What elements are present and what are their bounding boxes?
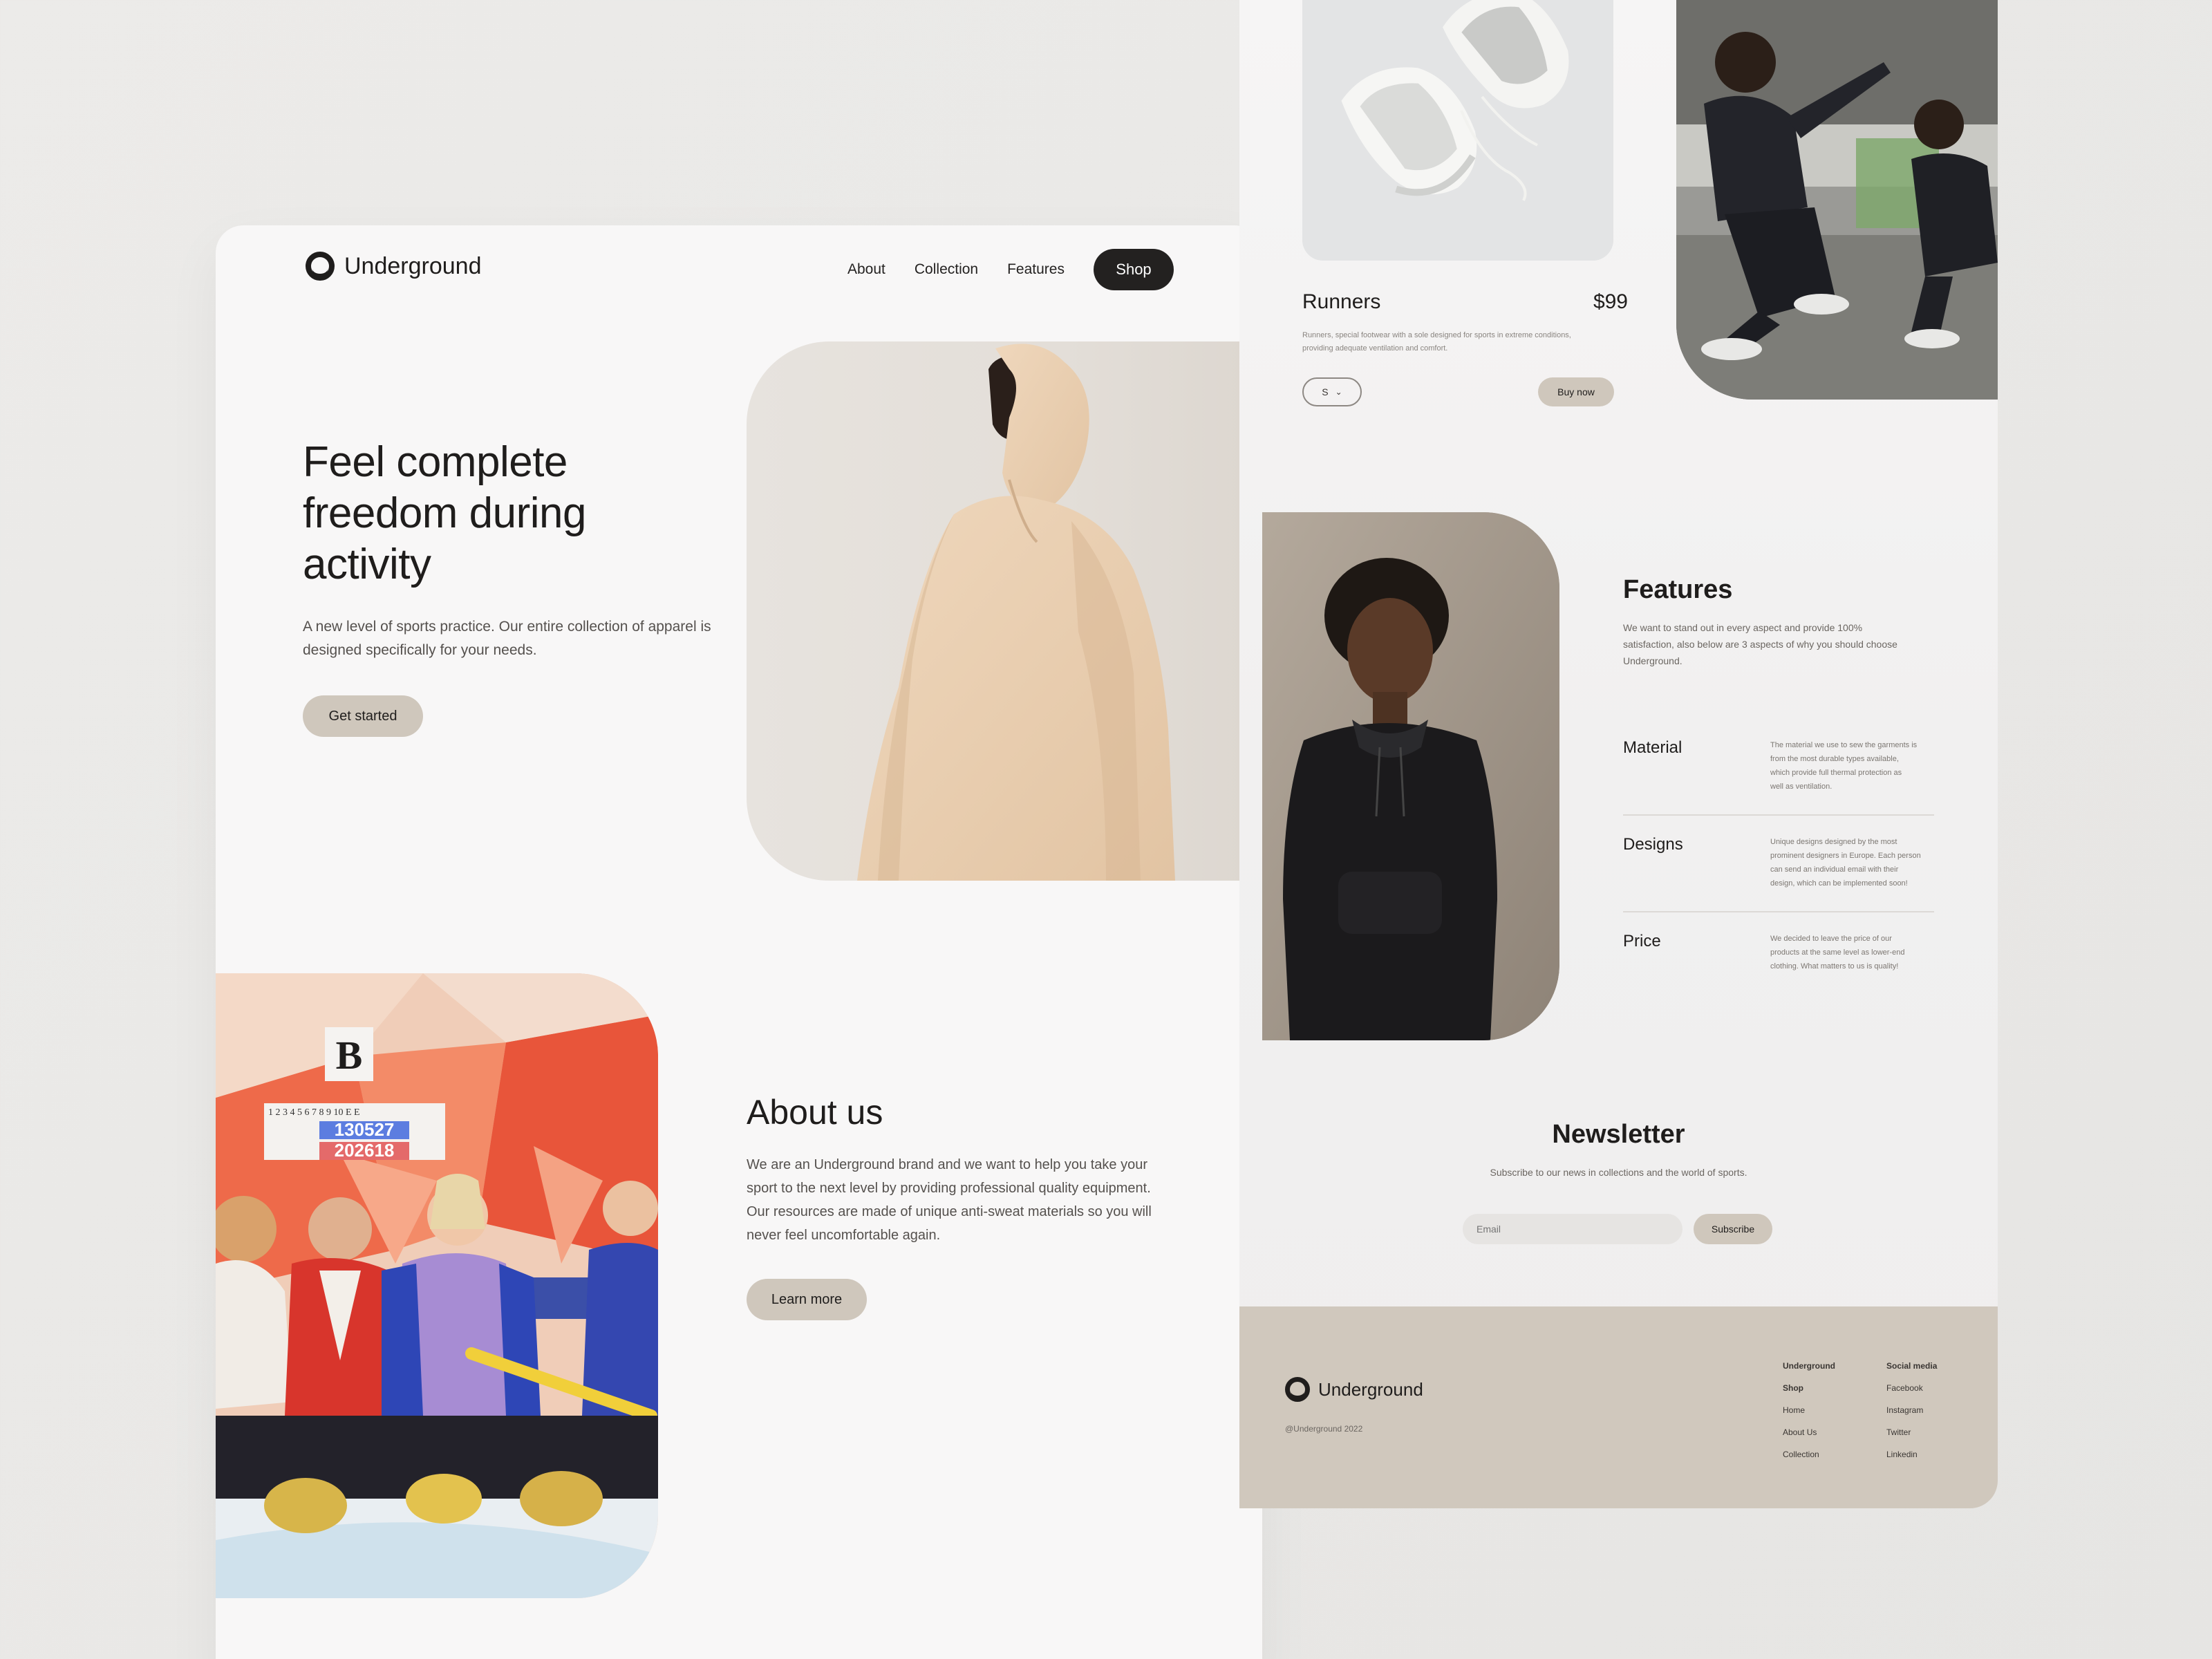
get-started-button[interactable]: Get started [303, 695, 423, 737]
features-subtitle: We want to stand out in every aspect and… [1623, 622, 1897, 666]
scoreboard-letter: B [336, 1033, 363, 1078]
footer-column-2: Social media Facebook Instagram Twitter … [1886, 1355, 1976, 1465]
learn-more-button[interactable]: Learn more [747, 1279, 867, 1320]
feature-designs-desc: Unique designs designed by the most prom… [1770, 838, 1921, 888]
hero-title: Feel complete freedom during activity [303, 438, 587, 588]
features-title: Features [1623, 575, 1733, 604]
footer-link-shop[interactable]: Shop [1783, 1377, 1866, 1399]
footer-link-facebook[interactable]: Facebook [1886, 1377, 1976, 1399]
newsletter-subtitle: Subscribe to our news in collections and… [1490, 1167, 1747, 1178]
feature-designs-title: Designs [1623, 835, 1683, 854]
scoreboard-digits: 1 2 3 4 5 6 7 8 9 10 E E [268, 1107, 360, 1118]
sneaker-photo [1302, 0, 1613, 261]
landing-page-main: Underground About Collection Features Sh… [216, 225, 1262, 1659]
newsletter-email-input[interactable] [1463, 1214, 1683, 1244]
sneaker-illustration [1302, 0, 1613, 261]
product-description: Runners, special footwear with a sole de… [1302, 331, 1571, 353]
about-title: About us [747, 1093, 883, 1132]
portrait-illustration [1262, 512, 1559, 1040]
score-row-1: 130527 [335, 1119, 395, 1140]
footer-brand-name: Underground [1318, 1378, 1423, 1400]
footer-link-instagram[interactable]: Instagram [1886, 1399, 1976, 1421]
nav-features[interactable]: Features [1007, 261, 1065, 278]
brand-logo[interactable]: Underground [306, 252, 481, 281]
buy-now-button[interactable]: Buy now [1538, 377, 1614, 406]
team-curling-photo: B 1 2 3 4 5 6 7 8 9 10 E E 130527 202618 [216, 973, 658, 1598]
logo-ring-icon [306, 252, 335, 281]
footer-link-collection[interactable]: Collection [1783, 1443, 1866, 1465]
footer-copyright: @Underground 2022 [1285, 1424, 1363, 1434]
about-text: We are an Underground brand and we want … [747, 1157, 1152, 1243]
feature-divider [1623, 814, 1934, 816]
hero-subtitle: A new level of sports practice. Our enti… [303, 619, 711, 658]
subscribe-button[interactable]: Subscribe [1694, 1214, 1772, 1244]
dancers-photo [1676, 0, 1998, 400]
feature-price-title: Price [1623, 932, 1661, 950]
newsletter-title: Newsletter [1552, 1120, 1685, 1149]
main-nav: About Collection Features Shop [847, 249, 1174, 290]
feature-divider [1623, 911, 1934, 912]
team-illustration: B 1 2 3 4 5 6 7 8 9 10 E E 130527 202618 [216, 973, 658, 1598]
product-price: $99 [1593, 290, 1628, 313]
dancers-illustration [1676, 0, 1998, 400]
feature-price-desc: We decided to leave the price of our pro… [1770, 935, 1905, 971]
footer-logo[interactable]: Underground [1285, 1377, 1423, 1402]
size-select[interactable]: S ⌄ [1302, 377, 1362, 406]
footer-col2-heading: Social media [1886, 1361, 1938, 1371]
feature-material-desc: The material we use to sew the garments … [1770, 741, 1918, 791]
footer-link-about-us[interactable]: About Us [1783, 1421, 1866, 1443]
product-name: Runners [1302, 290, 1381, 313]
hoodie-illustration [857, 344, 1175, 881]
nav-about[interactable]: About [847, 261, 885, 278]
feature-material-title: Material [1623, 738, 1683, 757]
footer-column-1: Underground Shop Home About Us Collectio… [1783, 1355, 1866, 1465]
logo-ring-icon [1285, 1377, 1310, 1402]
score-row-2: 202618 [335, 1140, 395, 1161]
footer-link-twitter[interactable]: Twitter [1886, 1421, 1976, 1443]
size-select-value: S [1322, 386, 1329, 397]
footer-col1-heading: Underground [1783, 1361, 1835, 1371]
footer: Underground @Underground 2022 Undergroun… [1239, 1306, 1998, 1508]
black-hoodie-portrait [1262, 512, 1559, 1040]
landing-page-secondary: Runners $99 Runners, special footwear wi… [1239, 0, 1998, 1508]
chevron-down-icon: ⌄ [1335, 387, 1342, 397]
footer-link-linkedin[interactable]: Linkedin [1886, 1443, 1976, 1465]
nav-collection[interactable]: Collection [915, 261, 978, 278]
shop-button[interactable]: Shop [1093, 249, 1174, 290]
brand-name: Underground [344, 252, 482, 279]
footer-link-home[interactable]: Home [1783, 1399, 1866, 1421]
hero-hoodie-photo [747, 341, 1262, 881]
